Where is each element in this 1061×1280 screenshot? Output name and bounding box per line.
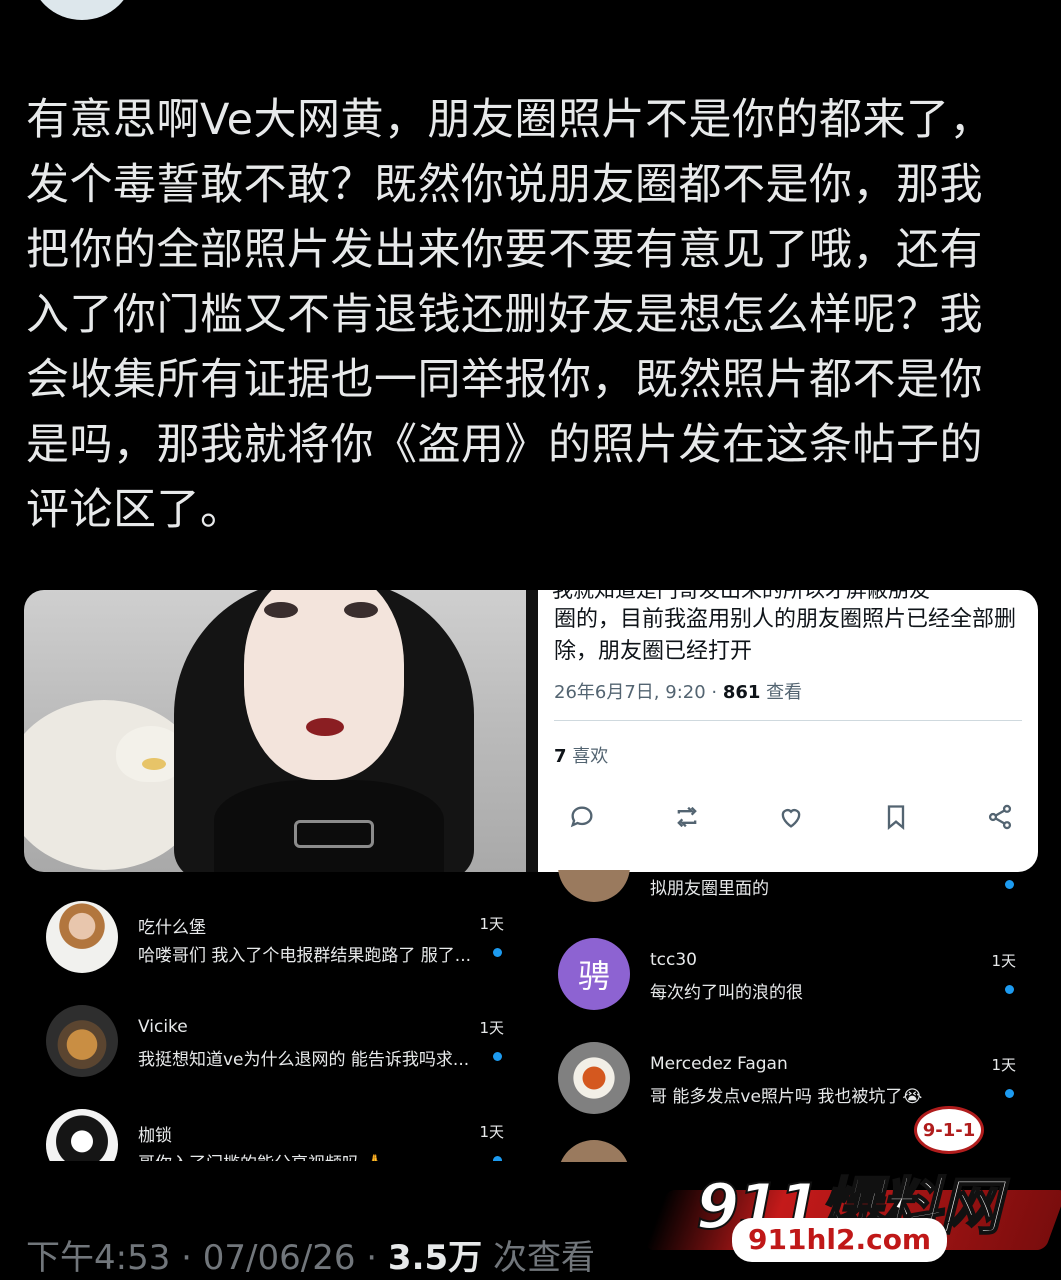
post-views-count[interactable]: 3.5万: [388, 1238, 482, 1278]
tweet-views-label: 查看: [760, 682, 803, 703]
comment-author: Mercedez Fagan: [650, 1054, 788, 1074]
list-item[interactable]: 骋 tcc30 每次约了叫的浪的很 1天: [552, 938, 1022, 1018]
tweet-date: 26年6月7日, 9:20 ·: [554, 682, 723, 703]
tweet-views-count: 861: [722, 682, 761, 703]
comment-time: 1天: [479, 1019, 504, 1037]
tweet-meta: 26年6月7日, 9:20 · 861 查看: [554, 678, 802, 704]
avatar[interactable]: [46, 901, 118, 973]
comment-time: 1天: [991, 1056, 1016, 1074]
comment-text: 拟朋友圈里面的: [650, 879, 769, 899]
comment-time: 1天: [479, 1123, 504, 1141]
unread-dot: [493, 1156, 502, 1161]
post-views-label: 次查看: [482, 1238, 595, 1278]
unread-dot: [493, 948, 502, 957]
post-media[interactable]: 我就知道是门哥发出来的所以才屏蔽朋友 圈的，目前我盗用别人的朋友圈照片已经全部删…: [24, 590, 1038, 872]
post-text: 有意思啊Ve大网黄，朋友圈照片不是你的都来了，发个毒誓敢不敢？既然你说朋友圈都不…: [26, 95, 994, 535]
list-item[interactable]: 枷锁 哥你入了门槛的能分享视频吗 🙏 1天: [40, 1109, 510, 1161]
unread-dot: [493, 1052, 502, 1061]
post-time: 下午4:53 · 07/06/26 ·: [26, 1238, 388, 1278]
post-meta: 下午4:53 · 07/06/26 · 3.5万 次查看: [26, 1230, 595, 1279]
comment-author: tcc30: [650, 950, 697, 970]
like-icon[interactable]: [777, 803, 805, 831]
selfie-photo[interactable]: [24, 590, 526, 872]
comment-author: Vicike: [138, 1017, 188, 1037]
list-item[interactable]: 吃什么堡 哈喽哥们 我入了个电报群结果跑路了 服了... 1天: [40, 901, 510, 981]
unread-dot: [1005, 880, 1014, 889]
list-item[interactable]: 拟朋友圈里面的: [552, 870, 1022, 906]
tweet-likes-label: 喜欢: [566, 746, 609, 767]
unread-dot: [1005, 985, 1014, 994]
tweet-divider: [554, 720, 1022, 721]
avatar[interactable]: [46, 1109, 118, 1161]
comment-text: 我挺想知道ve为什么退网的 能告诉我吗求...: [138, 1050, 470, 1070]
reply-icon[interactable]: [568, 803, 596, 831]
retweet-icon[interactable]: [673, 803, 701, 831]
tweet-likes: 7 喜欢: [554, 742, 608, 768]
author-avatar[interactable]: [30, 0, 134, 20]
embedded-tweet-screenshot[interactable]: 我就知道是门哥发出来的所以才屏蔽朋友 圈的，目前我盗用别人的朋友圈照片已经全部删…: [538, 590, 1038, 872]
tweet-likes-count: 7: [554, 746, 567, 767]
avatar[interactable]: [558, 870, 630, 902]
avatar[interactable]: 骋: [558, 938, 630, 1010]
tweet-actions: [568, 800, 1014, 834]
tweet-cut-text: 我就知道是门哥发出来的所以才屏蔽朋友: [552, 590, 930, 602]
avatar[interactable]: [46, 1005, 118, 1077]
comment-text: 每次约了叫的浪的很: [650, 983, 803, 1003]
watermark-logo: 9-1-1 911爆料网 911hl2.com: [640, 1100, 1061, 1280]
bookmark-icon[interactable]: [882, 803, 910, 831]
avatar[interactable]: [558, 1140, 630, 1162]
comment-author: 枷锁: [138, 1126, 172, 1146]
watermark-url: 911hl2.com: [732, 1218, 948, 1262]
tweet-body: 圈的，目前我盗用别人的朋友圈照片已经全部删除，朋友圈已经打开: [554, 607, 1017, 664]
share-icon[interactable]: [986, 803, 1014, 831]
comment-text: 哈喽哥们 我入了个电报群结果跑路了 服了...: [138, 946, 472, 966]
comment-text: 哥你入了门槛的能分享视频吗 🙏: [138, 1149, 488, 1161]
comment-time: 1天: [991, 952, 1016, 970]
avatar[interactable]: [558, 1042, 630, 1114]
unread-dot: [1005, 1089, 1014, 1098]
comment-author: 吃什么堡: [138, 918, 206, 938]
list-item[interactable]: Vicike 我挺想知道ve为什么退网的 能告诉我吗求... 1天: [40, 1005, 510, 1085]
comment-time: 1天: [479, 915, 504, 933]
watermark-badge: 9-1-1: [914, 1106, 984, 1154]
